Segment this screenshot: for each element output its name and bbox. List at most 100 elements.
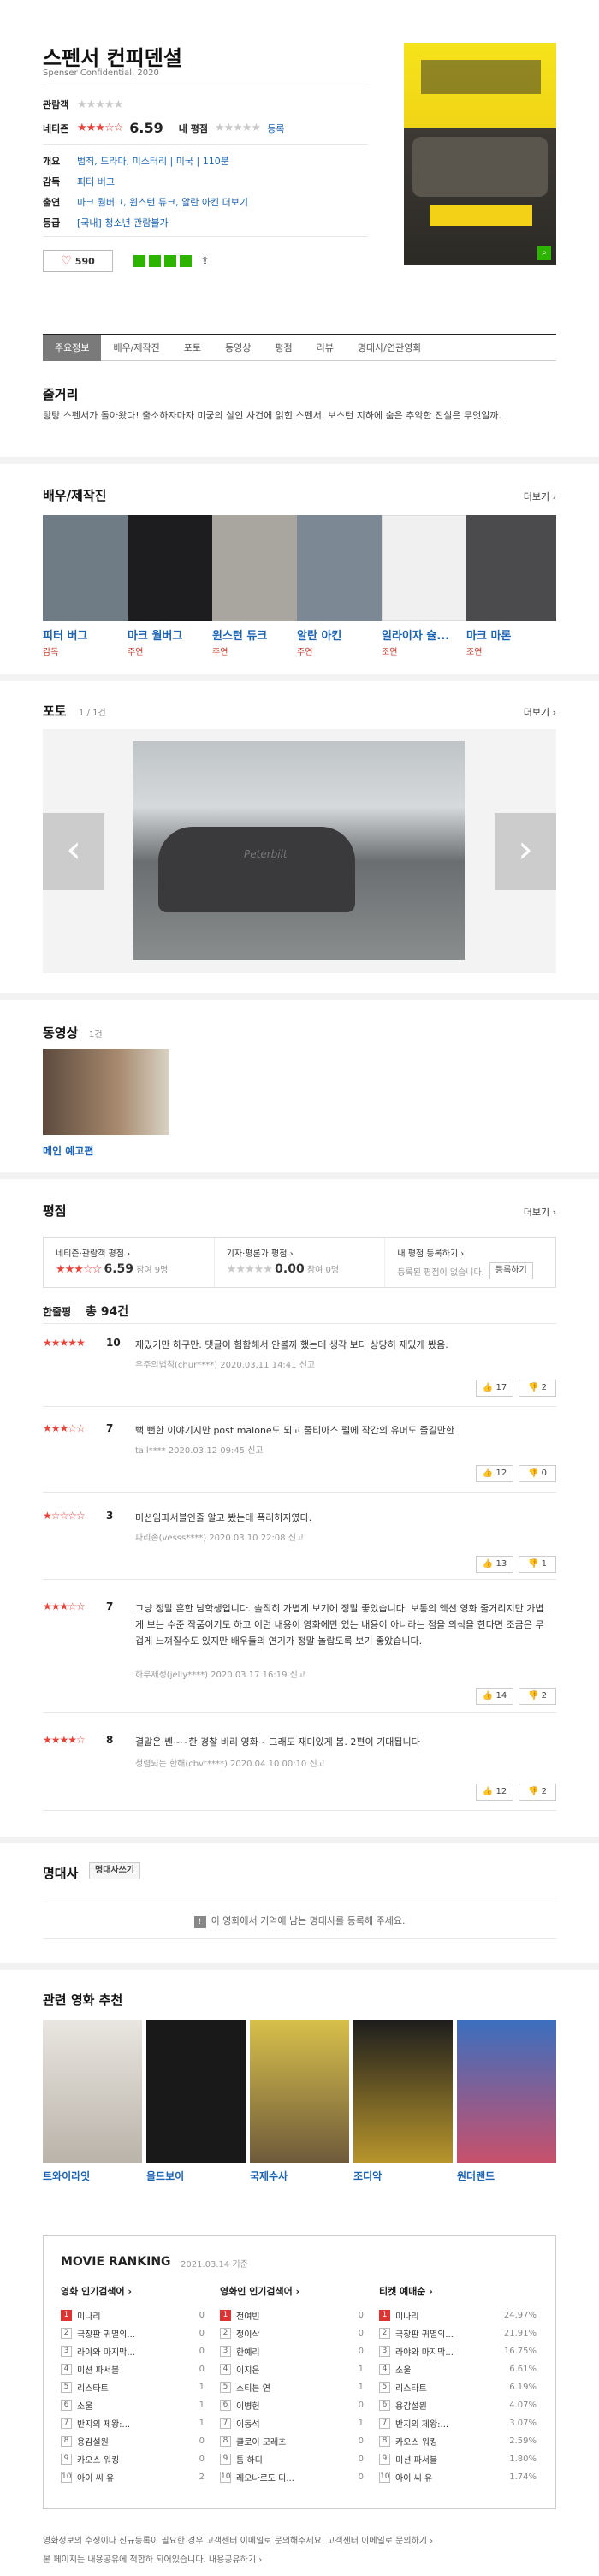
info-value[interactable]: [국내] 청소년 관람불가 [77,216,169,229]
share-naver-icon[interactable] [133,255,145,267]
ranking-item[interactable]: 5 리스타트 6.19% [379,2378,537,2396]
thumbs-down-icon: 👎 [527,1691,542,1701]
review-dislike-button[interactable]: 👎 2 [519,1784,556,1801]
tab-video[interactable]: 동영상 [213,335,263,361]
info-row: 개요 범죄, 드라마, 미스터리 | 미국 | 110분 [43,154,229,168]
rating-register-link[interactable]: 등록 [267,122,284,135]
info-value[interactable]: 마크 월버그, 윈스턴 듀크, 알란 아킨 더보기 [77,195,248,209]
ranking-item[interactable]: 3 라야와 마지막... 0 [61,2342,205,2360]
photo-more-link[interactable]: 더보기 › [524,705,556,719]
ranking-item[interactable]: 7 이동석 1 [220,2414,364,2432]
info-value[interactable]: 범죄, 드라마, 미스터리 | 미국 | 110분 [77,154,229,168]
rank-title: 이지은 [236,2366,260,2376]
ranking-item[interactable]: 7 반지의 제왕:... 3.07% [379,2414,537,2432]
ranking-item[interactable]: 10 레오나르도 디... 0 [220,2468,364,2486]
video-title[interactable]: 메인 예고편 [43,1143,93,1158]
info-value[interactable]: 피터 버그 [77,175,115,188]
ranking-item[interactable]: 9 카오스 워킹 0 [61,2450,205,2468]
ranking-column-title[interactable]: 티켓 예매순 › [379,2284,537,2298]
ranking-item[interactable]: 1 전여빈 0 [220,2306,364,2324]
review-like-button[interactable]: 👍 12 [476,1784,513,1801]
recommend-item[interactable]: 올드보이 [146,2020,246,2183]
cast-more-link[interactable]: 더보기 › [524,490,556,503]
ranking-item[interactable]: 8 용감설원 0 [61,2432,205,2450]
review-like-button[interactable]: 👍 17 [476,1380,513,1397]
review-dislike-button[interactable]: 👎 2 [519,1688,556,1705]
audience-rating: 관람객 ★★★★★ [43,98,123,111]
photo-count: 1 / 1건 [79,709,106,718]
ranking-item[interactable]: 10 아이 씨 유 2 [61,2468,205,2486]
ranking-item[interactable]: 6 소울 1 [61,2396,205,2414]
review-dislike-count: 1 [541,1559,547,1569]
photo-prev-button[interactable]: ‹ [43,813,104,890]
ranking-item[interactable]: 8 클로이 모레츠 0 [220,2432,364,2450]
ranking-item[interactable]: 10 아이 씨 유 1.74% [379,2468,537,2486]
ranking-item[interactable]: 9 톰 하디 0 [220,2450,364,2468]
tab-rating[interactable]: 평점 [263,335,304,361]
ranking-item[interactable]: 5 스티븐 연 1 [220,2378,364,2396]
ranking-item[interactable]: 5 리스타트 1 [61,2378,205,2396]
like-button[interactable]: ♡ 590 [43,250,113,272]
ranking-column-title[interactable]: 영화 인기검색어 › [61,2284,205,2298]
ranking-column-title[interactable]: 영화인 인기검색어 › [220,2284,364,2298]
share-cafe-icon[interactable] [180,255,192,267]
rating-more-link[interactable]: 더보기 › [524,1205,556,1219]
ranking-item[interactable]: 2 정이삭 0 [220,2324,364,2342]
tab-review[interactable]: 리뷰 [305,335,346,361]
my-rating-register-button[interactable]: 등록하기 [489,1262,533,1279]
ranking-item[interactable]: 8 카오스 워킹 2.59% [379,2432,537,2450]
write-quote-button[interactable]: 명대사쓰기 [89,1862,140,1879]
ranking-column: 티켓 예매순 › 1 미나리 24.97% 2 극장판 귀멸의... 21.91% 3라… [379,2284,537,2486]
tab-main-info[interactable]: 주요정보 [43,335,102,361]
review-dislike-button[interactable]: 👎 2 [519,1380,556,1397]
ranking-item[interactable]: 2 극장판 귀멸의... 0 [61,2324,205,2342]
cast-card[interactable]: 마크 마론 조연 [466,515,556,657]
photo-image[interactable]: Peterbilt [133,741,465,960]
tab-photo[interactable]: 포토 [172,335,213,361]
critic-rating-cell[interactable]: 기자·평론가 평점 › ★★★★★ 0.00 참여 0명 [215,1238,386,1287]
rank-value: 0 [358,2347,364,2356]
ranking-item[interactable]: 6 이병헌 0 [220,2396,364,2414]
ranking-item[interactable]: 3 한예리 0 [220,2342,364,2360]
ranking-item[interactable]: 1 미나리 0 [61,2306,205,2324]
ranking-item[interactable]: 1 미나리 24.97% [379,2306,537,2324]
review-dislike-button[interactable]: 👎 0 [519,1465,556,1482]
recommend-heading: 관련 영화 추천 [43,1992,123,2008]
my-rating-title[interactable]: 내 평점 등록하기 › [397,1246,543,1259]
section-gap [0,674,599,681]
review-like-button[interactable]: 👍 13 [476,1556,513,1573]
video-thumbnail[interactable] [43,1049,169,1135]
recommend-item[interactable]: 국제수사 [250,2020,349,2183]
ranking-item[interactable]: 6 용감설원 4.07% [379,2396,537,2414]
ranking-item[interactable]: 7 반지의 제왕:... 1 [61,2414,205,2432]
tab-cast[interactable]: 배우/제작진 [101,335,171,361]
ranking-item[interactable]: 9 미션 파서블 1.80% [379,2450,537,2468]
rank-number: 4 [220,2364,231,2375]
ranking-item[interactable]: 2 극장판 귀멸의... 21.91% [379,2324,537,2342]
share-icon[interactable]: ⇪ [200,255,210,268]
rank-number: 2 [379,2328,390,2339]
my-rating-cell: 내 평점 등록하기 › 등록된 평점이 없습니다. 등록하기 [385,1238,555,1287]
ranking-item[interactable]: 3 라야와 마지막... 16.75% [379,2342,537,2360]
ranking-item[interactable]: 4 소울 6.61% [379,2360,537,2378]
photo-heading: 포토 [43,703,67,719]
footer-share[interactable]: 본 페이지는 내용공유에 적합하 되어있습니다. 내용공유하기 › [43,2552,262,2565]
recommend-item[interactable]: 원더랜드 [457,2020,556,2183]
tab-quotes[interactable]: 명대사/연관영화 [346,335,434,361]
share-blog-icon[interactable] [164,255,176,267]
ranking-item[interactable]: 4 이지은 1 [220,2360,364,2378]
movie-poster[interactable]: ⌕ [404,43,556,265]
ranking-item[interactable]: 4 미션 파서블 0 [61,2360,205,2378]
review-like-button[interactable]: 👍 14 [476,1688,513,1705]
my-rating-stars[interactable]: ★★★★★ [215,122,261,134]
review-meta: 우주의법칙(chur****) 2020.03.11 14:41 신고 [135,1361,316,1370]
review-dislike-button[interactable]: 👎 1 [519,1556,556,1573]
recommend-item[interactable]: 트와이라잇 [43,2020,142,2183]
photo-next-button[interactable]: › [495,813,556,890]
netizen-rating-cell[interactable]: 네티즌·관람객 평점 › ★★★☆☆ 6.59 참여 9명 [44,1238,215,1287]
review-like-button[interactable]: 👍 12 [476,1465,513,1482]
share-band-icon[interactable] [149,255,161,267]
zoom-icon[interactable]: ⌕ [537,246,551,260]
recommend-item[interactable]: 조디악 [353,2020,453,2183]
rank-value: 0 [358,2472,364,2482]
